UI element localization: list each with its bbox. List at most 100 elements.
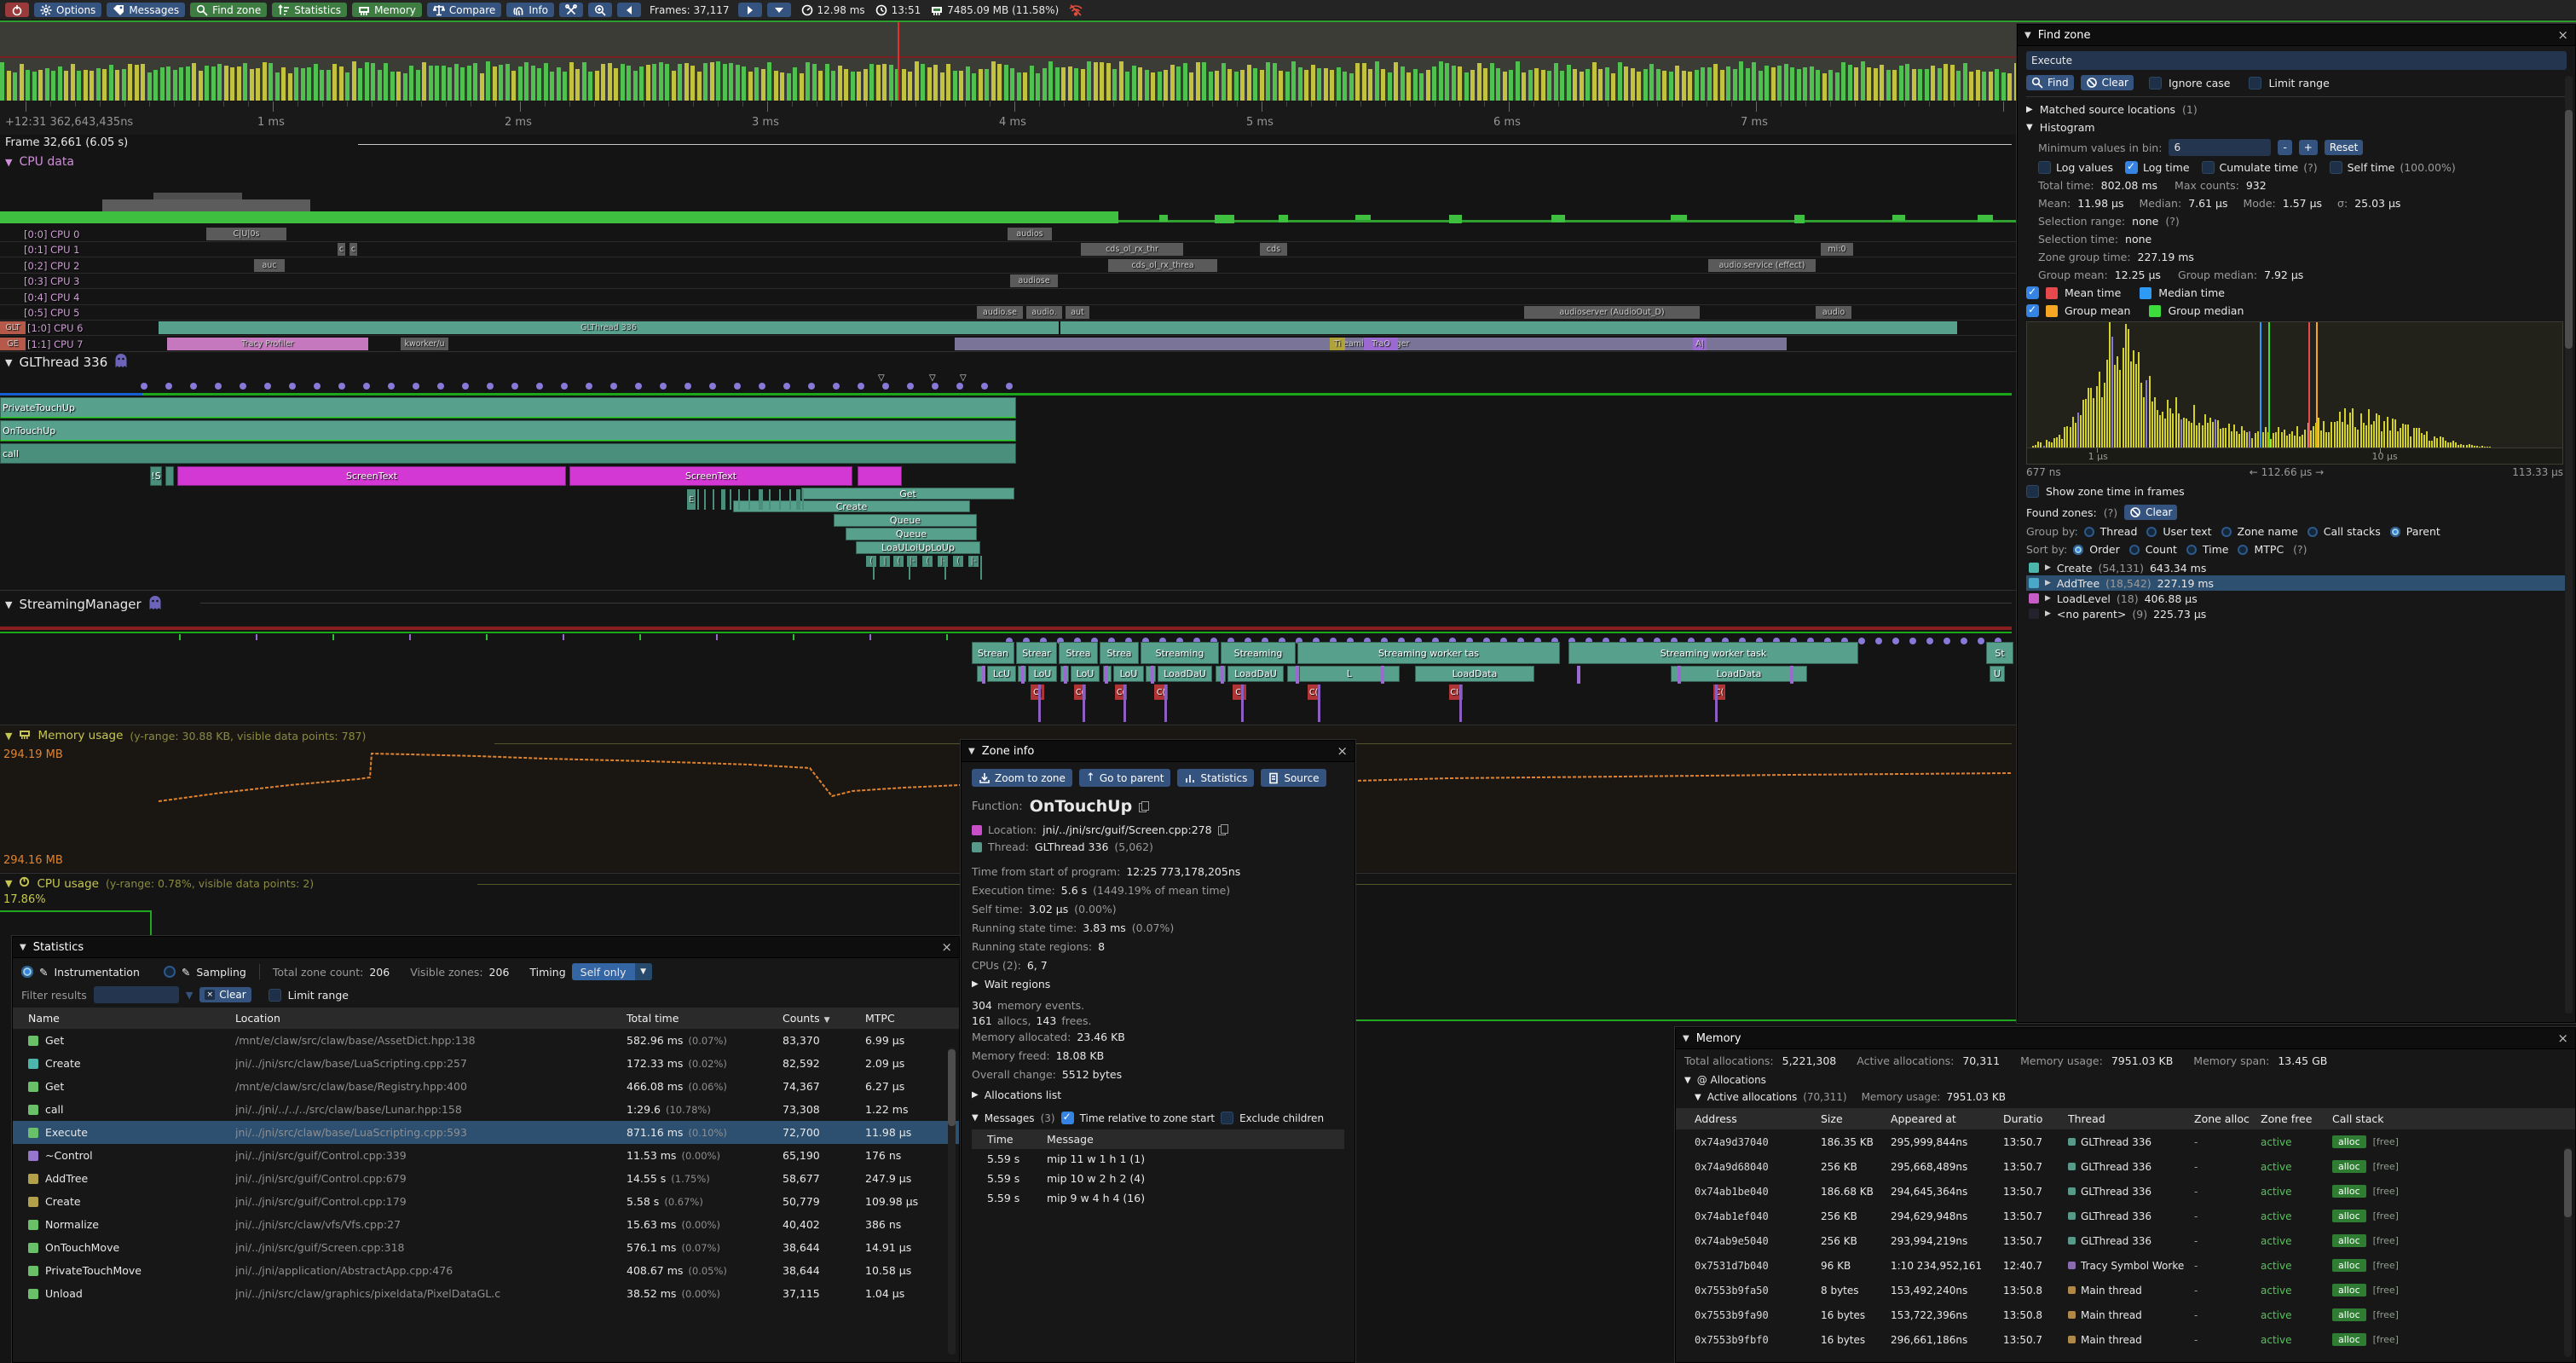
table-row[interactable]: OnTouchMovejni/../jni/src/guif/Screen.cp… (13, 1236, 959, 1259)
message-row[interactable]: 5.59 smip 10 w 2 h 2 (4) (972, 1169, 1344, 1188)
frame-list-button[interactable] (767, 3, 791, 17)
cpu-zone[interactable]: GE (0, 338, 26, 350)
zone[interactable]: St (1986, 642, 2013, 664)
sample-dot[interactable] (709, 383, 716, 390)
help-icon[interactable]: (?) (2165, 215, 2179, 228)
cpu-data-header[interactable]: ▼CPU data (5, 155, 74, 169)
chevron-down-icon[interactable]: ▼ (972, 1113, 979, 1123)
zone[interactable] (789, 489, 791, 510)
min-bin-input[interactable] (2169, 139, 2271, 156)
alloc-callstack-button[interactable]: alloc (2332, 1259, 2366, 1272)
matched-source-locations[interactable]: ▶Matched source locations(1) (2026, 103, 2567, 116)
zone[interactable]: Streaming worker task (1568, 642, 1858, 664)
cumulate-time-checkbox[interactable] (2202, 161, 2215, 174)
col-zone-free[interactable]: Zone free (2261, 1112, 2332, 1125)
find-zone-button[interactable]: Find zone (190, 3, 267, 17)
collapse-icon[interactable]: ▼ (2024, 31, 2031, 40)
cpu-zone[interactable]: A| (1693, 338, 1707, 350)
collapse-icon[interactable]: ▼ (5, 599, 12, 610)
table-row[interactable]: Unloadjni/../jni/src/claw/graphics/pixel… (13, 1282, 959, 1305)
zone[interactable]: Queue (846, 528, 977, 540)
zone[interactable]: |- (938, 556, 948, 567)
zone[interactable]: Strear (1016, 642, 1057, 664)
message-marker[interactable]: ▽ (878, 373, 885, 383)
col-message[interactable]: Message (1047, 1133, 1344, 1146)
zone[interactable] (721, 489, 725, 510)
zone[interactable] (165, 466, 174, 486)
chevron-right-icon[interactable]: ▶ (2045, 594, 2051, 603)
zone[interactable] (796, 489, 800, 510)
legend-checkbox[interactable] (2026, 286, 2039, 299)
sample-dot[interactable] (1909, 638, 1916, 644)
scrollbar[interactable] (948, 1048, 956, 1354)
zone[interactable]: U (1990, 666, 2005, 682)
collapse-icon[interactable]: ▼ (5, 357, 12, 368)
cpu-zone[interactable]: GLT (0, 321, 26, 334)
group-by-user-text[interactable] (2146, 527, 2157, 537)
chevron-down-icon[interactable]: ▼ (1684, 1076, 1691, 1085)
help-icon[interactable]: (?) (2303, 161, 2317, 174)
cpu-zone[interactable]: cds_ol_rx_threa (1108, 259, 1217, 272)
zone[interactable]: Get (801, 488, 1014, 500)
group-by-thread[interactable] (2084, 527, 2094, 537)
zoom-button[interactable] (588, 3, 612, 17)
copy-icon[interactable] (1218, 824, 1227, 835)
zone[interactable]: LoaULoiUpLoUp (856, 541, 980, 554)
go-to-parent-button[interactable]: ↑Go to parent (1079, 769, 1171, 787)
chevron-right-icon[interactable]: ▶ (2045, 609, 2051, 618)
found-zone-row[interactable]: ▶<no parent>(9)225.73 µs (2026, 606, 2567, 621)
cpu-zone[interactable]: audiose (1010, 274, 1058, 287)
power-button[interactable] (5, 3, 29, 17)
cpu-zone[interactable]: audios (1008, 228, 1052, 240)
table-row[interactable]: Get/mnt/e/claw/src/claw/base/Registry.hp… (13, 1075, 959, 1098)
zone[interactable]: C| (1031, 684, 1044, 700)
sample-dot[interactable] (783, 383, 790, 390)
zone[interactable] (713, 489, 714, 510)
group-by-parent[interactable] (2390, 527, 2400, 537)
zone[interactable]: call (0, 443, 1016, 464)
zone[interactable] (1221, 666, 1224, 684)
sample-dot[interactable] (215, 383, 222, 390)
found-zone-row[interactable]: ▶LoadLevel(18)406.88 µs (2026, 591, 2567, 606)
alloc-callstack-button[interactable]: alloc (2332, 1284, 2366, 1297)
sample-dot[interactable] (536, 383, 543, 390)
zone[interactable]: | (880, 556, 890, 567)
cpu-zone[interactable]: audio.service (effect) (1708, 259, 1816, 272)
cpu-zone[interactable]: kworker/u (401, 338, 448, 350)
sample-dot[interactable] (858, 383, 864, 390)
cpu-zone[interactable]: audio. (1026, 306, 1062, 319)
zone[interactable] (1678, 666, 1681, 684)
cpu-usage-header[interactable]: ▼CPU usage(y-range: 0.78%, visible data … (5, 876, 314, 891)
help-icon[interactable]: (?) (2293, 543, 2307, 556)
zone[interactable] (769, 489, 771, 510)
sort-by-mtpc[interactable] (2238, 545, 2248, 555)
limit-range-checkbox[interactable] (269, 989, 281, 1002)
sample-dot[interactable] (240, 383, 246, 390)
statistics-button[interactable]: Statistics (272, 3, 347, 17)
table-row[interactable]: Createjni/../jni/src/guif/Control.cpp:17… (13, 1190, 959, 1213)
allocation-row[interactable]: 0x7553b9fa9016 bytes153,722,396ns13:50.8… (1676, 1302, 2575, 1327)
cpu-zone[interactable]: mi:0 (1821, 243, 1853, 256)
zone[interactable]: Streaming (1221, 642, 1296, 664)
sample-dot[interactable] (808, 383, 815, 390)
zoom-to-zone-button[interactable]: Zoom to zone (972, 769, 1072, 787)
table-row[interactable]: Executejni/../jni/src/claw/base/LuaScrip… (13, 1121, 959, 1144)
scrollbar[interactable] (2565, 76, 2573, 1014)
sample-dot[interactable] (462, 383, 469, 390)
zone[interactable]: L (1299, 666, 1400, 682)
col-zone-alloc[interactable]: Zone alloc (2194, 1112, 2261, 1125)
sample-dot[interactable] (388, 383, 395, 390)
collapse-icon[interactable]: ▼ (20, 943, 26, 952)
sample-dot[interactable] (635, 383, 642, 390)
alloc-callstack-button[interactable]: alloc (2332, 1333, 2366, 1346)
sample-dot[interactable] (833, 383, 840, 390)
sort-by-order[interactable] (2073, 545, 2083, 555)
sample-dot[interactable] (561, 383, 568, 390)
message-row[interactable]: 5.59 smip 11 w 1 h 1 (1) (972, 1149, 1344, 1169)
table-row[interactable]: AddTreejni/../jni/src/guif/Control.cpp:6… (13, 1167, 959, 1190)
sample-dot[interactable] (660, 383, 667, 390)
zone[interactable] (738, 489, 740, 510)
sample-dot[interactable] (1892, 638, 1899, 644)
ignore-case-checkbox[interactable] (2149, 77, 2162, 90)
sample-dot[interactable] (981, 383, 988, 390)
